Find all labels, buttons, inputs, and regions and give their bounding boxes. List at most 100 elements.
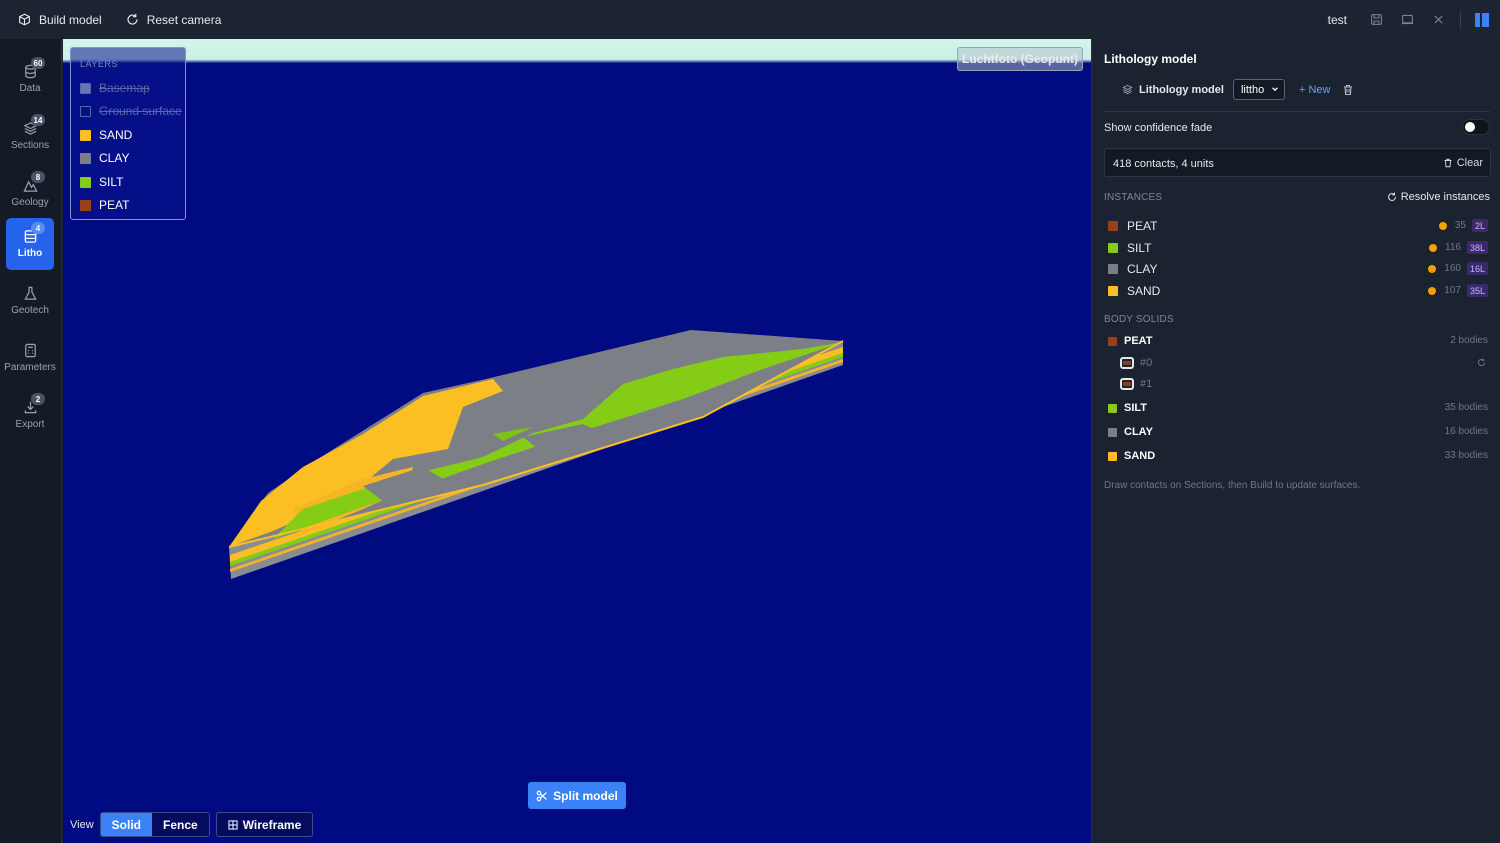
layer-toggle-basemap[interactable]: Basemap [80,81,150,95]
nav-label-sections: Sections [10,140,50,151]
save-button[interactable] [1361,0,1392,39]
layer-swatch [80,129,91,141]
instance-count: 107 [1444,285,1461,296]
model-selector-label: Lithology model [1139,83,1224,96]
layer-count-badge: 38L [1466,241,1488,254]
nav-label-geotech: Geotech [11,305,49,316]
body-instance-swatch [1120,357,1134,369]
layer-toggle-silt[interactable]: SILT [80,175,123,189]
trash-icon[interactable] [1342,84,1354,96]
split-model-button[interactable]: Split model [528,782,626,809]
body-count: 16 bodies [1444,426,1488,437]
instance-stats: 107 35L [1428,284,1488,297]
calculator-icon [24,343,36,358]
body-row-silt[interactable]: SILT 35 bodies [1108,400,1488,416]
view-fence-button[interactable]: Fence [152,813,209,836]
resolve-label: Resolve instances [1400,191,1490,203]
instance-row-silt[interactable]: SILT 116 38L [1108,239,1488,257]
body-row-peat[interactable]: PEAT 2 bodies [1108,333,1488,349]
new-model-button[interactable]: + New [1299,84,1331,96]
layer-toggle-clay[interactable]: CLAY [80,151,129,165]
panel-title: Lithology model [1104,52,1197,66]
grid-icon [228,819,238,830]
instance-row-peat[interactable]: PEAT 35 2L [1108,217,1488,235]
layer-toggle-sand[interactable]: SAND [80,128,132,142]
body-name: PEAT [1124,335,1153,347]
clear-label: Clear [1456,157,1483,169]
wireframe-button[interactable]: Wireframe [215,812,314,837]
model-select[interactable]: littho [1232,79,1285,100]
instance-row-sand[interactable]: SAND 107 35L [1108,282,1488,300]
window-controls: test [1328,0,1500,39]
nav-badge-geology: 8 [31,171,45,183]
build-hint: Draw contacts on Sections, then Build to… [1104,480,1361,491]
layer-count-badge: 2L [1471,219,1488,232]
refresh-icon[interactable] [1477,358,1486,367]
body-name: SAND [1124,450,1156,462]
3d-viewport[interactable]: LAYERS Basemap Ground surface SAND CLAY … [63,39,1091,843]
nav-label-geology: Geology [11,197,49,208]
nav-label-litho: Litho [17,248,43,259]
nav-item-data[interactable]: Data 60 [6,53,54,105]
panel-divider [1104,111,1490,112]
wireframe-label: Wireframe [242,817,302,832]
layer-swatch [80,82,91,94]
nav-item-geology[interactable]: Geology 8 [6,167,54,219]
body-row-clay[interactable]: CLAY 16 bodies [1108,424,1488,440]
view-solid-button[interactable]: Solid [100,813,152,836]
layers-icon [1122,84,1133,95]
nav-item-geotech[interactable]: Geotech [6,275,54,327]
toolbar-divider [1460,10,1461,29]
instance-row-clay[interactable]: CLAY 160 16L [1108,260,1488,278]
body-name: SILT [1124,402,1148,414]
nav-item-litho[interactable]: Litho 4 [6,218,54,270]
confidence-fade-label: Show confidence fade [1104,122,1213,134]
layer-label: SILT [99,175,124,189]
refresh-icon [127,13,138,25]
body-swatch [1108,403,1117,413]
nav-item-parameters[interactable]: Parameters [4,332,56,384]
minimize-button[interactable] [1392,0,1423,39]
layer-label: Basemap [99,81,150,95]
layer-swatch [80,105,91,117]
layer-toggle-ground-surface[interactable]: Ground surface [80,104,182,118]
layer-toggle-peat[interactable]: PEAT [80,198,129,212]
confidence-fade-toggle[interactable] [1462,119,1490,135]
contacts-summary-box: 418 contacts, 4 units Clear [1104,148,1491,177]
new-model-label: New [1308,83,1331,96]
body-row-sand[interactable]: SAND 33 bodies [1108,448,1488,464]
reset-camera-button[interactable]: Reset camera [114,0,234,39]
nav-item-export[interactable]: Export 2 [6,389,54,441]
trash-icon [1444,158,1452,168]
resolve-instances-button[interactable]: Resolve instances [1387,191,1490,203]
refresh-icon [1387,192,1396,201]
nav-item-sections[interactable]: Sections 14 [6,110,54,162]
layer-swatch [80,176,91,188]
body-swatch [1108,427,1117,437]
basemap-button[interactable]: Luchtfoto (Geopunt) [957,47,1083,71]
instance-swatch [1108,243,1118,253]
body-count: 33 bodies [1444,450,1488,461]
lithology-model-render[interactable] [63,39,1091,843]
instances-header: INSTANCES [1104,192,1163,203]
body-instance-row[interactable]: #1 [1120,376,1488,392]
instance-name: SAND [1127,284,1161,298]
instance-stats: 116 38L [1429,241,1488,254]
body-instance-row[interactable]: #0 [1120,355,1488,371]
status-dot [1428,286,1437,295]
top-toolbar: Build model Reset camera test [0,0,1500,39]
build-model-button[interactable]: Build model [0,0,114,39]
layer-swatch [80,152,91,164]
close-button[interactable] [1423,0,1454,39]
panel-toggle-button[interactable] [1467,0,1497,39]
instance-swatch [1108,264,1118,274]
sidebar-panel-icon [1475,12,1489,27]
layer-label: PEAT [99,198,130,212]
reset-camera-label: Reset camera [146,12,222,27]
save-icon [1371,14,1382,25]
body-count: 35 bodies [1444,402,1488,413]
project-name: test [1327,12,1347,27]
instance-swatch [1108,286,1118,296]
clear-contacts-button[interactable]: Clear [1443,157,1483,169]
body-name: CLAY [1124,426,1153,438]
